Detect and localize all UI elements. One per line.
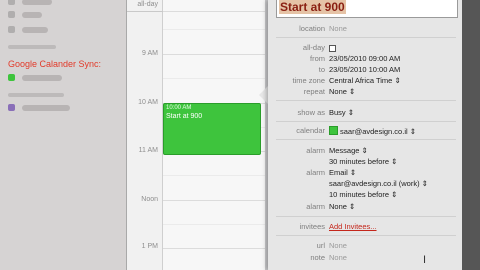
time-zone-label: time zone xyxy=(292,76,325,85)
from-label: from xyxy=(310,54,325,63)
calendar-list-item[interactable] xyxy=(22,105,70,111)
calendar-list-item[interactable] xyxy=(22,27,48,33)
section-separator xyxy=(276,121,456,122)
add-invitees-link[interactable]: Add Invitees... xyxy=(329,222,377,231)
chevron-updown-icon: ⇕ xyxy=(349,202,356,211)
repeat-label: repeat xyxy=(303,87,325,96)
to-value[interactable]: 23/05/2010 10:00 AM xyxy=(329,65,400,74)
hour-line xyxy=(163,54,265,55)
calendar-value: saar@avdesign.co.il xyxy=(340,127,408,136)
calendar-event[interactable]: 10:00 AM Start at 900 xyxy=(163,103,261,155)
calendar-swatch xyxy=(329,126,338,135)
show-as-label: show as xyxy=(297,108,325,117)
section-separator xyxy=(276,235,456,236)
allday-label: all-day xyxy=(302,43,325,52)
chevron-updown-icon: ⇕ xyxy=(421,179,428,188)
repeat-select[interactable]: None ⇕ xyxy=(329,87,355,96)
alarm-label: alarm xyxy=(306,168,325,177)
time-label: 10 AM xyxy=(138,99,158,106)
url-label: url xyxy=(316,241,325,250)
alarm-type-value: Message xyxy=(329,146,360,155)
alarm-add-select[interactable]: None ⇕ xyxy=(329,202,355,211)
calendar-color-swatch xyxy=(8,104,15,111)
section-separator xyxy=(276,139,456,140)
event-time: 10:00 AM xyxy=(166,105,192,111)
section-separator xyxy=(276,37,456,38)
sidebar-section-header xyxy=(8,45,56,49)
event-title: Start at 900 xyxy=(166,113,203,120)
half-hour-line xyxy=(163,175,265,176)
calendar-list-item[interactable] xyxy=(22,0,52,5)
video-caption: Google Calander Sync: xyxy=(8,59,102,69)
location-value[interactable]: None xyxy=(329,24,347,33)
alarm-label: alarm xyxy=(306,146,325,155)
alarm-type-select[interactable]: Message ⇕ xyxy=(329,146,368,155)
alarm-type-value: Email xyxy=(329,168,348,177)
chevron-updown-icon: ⇕ xyxy=(409,127,417,136)
calendar-color-swatch xyxy=(8,74,15,81)
chevron-updown-icon: ⇕ xyxy=(349,87,356,96)
calendar-list-item[interactable] xyxy=(22,75,62,81)
hour-line xyxy=(163,200,265,201)
time-label: 9 AM xyxy=(142,50,158,57)
chevron-updown-icon: ⇕ xyxy=(361,146,368,155)
invitees-label: invitees xyxy=(299,222,325,231)
chevron-updown-icon: ⇕ xyxy=(394,76,401,85)
popover-pointer xyxy=(259,86,268,104)
show-as-value: Busy xyxy=(329,108,346,117)
note-label: note xyxy=(310,253,325,262)
to-label: to xyxy=(318,65,325,74)
location-label: location xyxy=(299,24,325,33)
from-value[interactable]: 23/05/2010 09:00 AM xyxy=(329,54,400,63)
text-cursor-icon: Ι xyxy=(423,254,427,266)
event-inspector: Start at 900 location None all-day from … xyxy=(268,0,462,270)
alarm-add-value: None xyxy=(329,202,347,211)
alarm-label: alarm xyxy=(306,202,325,211)
calendar-color-swatch xyxy=(8,0,15,5)
window-edge xyxy=(462,0,480,270)
allday-row-label: all-day xyxy=(137,1,158,8)
section-separator xyxy=(276,100,456,101)
alarm-email-value: saar@avdesign.co.il (work) xyxy=(329,179,420,188)
url-value[interactable]: None xyxy=(329,241,347,250)
calendar-color-swatch xyxy=(8,11,15,18)
alarm-time-value: 30 minutes before xyxy=(329,157,390,166)
chevron-updown-icon: ⇕ xyxy=(391,190,398,199)
half-hour-line xyxy=(163,78,265,79)
alarm-time-select[interactable]: 10 minutes before ⇕ xyxy=(329,190,397,199)
half-hour-line xyxy=(163,29,265,30)
alarm-time-value: 10 minutes before xyxy=(329,190,390,199)
note-value[interactable]: None xyxy=(329,253,347,262)
time-label: 11 AM xyxy=(138,147,158,154)
chevron-updown-icon: ⇕ xyxy=(347,108,355,117)
hour-line xyxy=(163,11,265,12)
chevron-updown-icon: ⇕ xyxy=(391,157,398,166)
allday-checkbox[interactable] xyxy=(329,45,336,52)
time-zone-select[interactable]: Central Africa Time ⇕ xyxy=(329,76,401,85)
event-title-text: Start at 900 xyxy=(279,0,346,14)
alarm-email-select[interactable]: saar@avdesign.co.il (work) ⇕ xyxy=(329,179,428,188)
chevron-updown-icon: ⇕ xyxy=(349,168,357,177)
hour-line xyxy=(163,248,265,249)
event-title-field[interactable]: Start at 900 xyxy=(276,0,458,18)
sidebar-section-header xyxy=(8,93,64,97)
time-label: 1 PM xyxy=(141,243,158,250)
calendar-sidebar: Google Calander Sync: xyxy=(0,0,126,270)
alarm-type-select[interactable]: Email ⇕ xyxy=(329,168,356,177)
time-column: all-day 9 AM 10 AM 11 AM Noon 1 PM xyxy=(127,0,163,270)
calendar-list-item[interactable] xyxy=(22,12,42,18)
calendar-select[interactable]: saar@avdesign.co.il ⇕ xyxy=(329,126,416,136)
calendar-label: calendar xyxy=(296,126,325,135)
section-separator xyxy=(276,216,456,217)
show-as-select[interactable]: Busy ⇕ xyxy=(329,108,354,117)
time-label: Noon xyxy=(141,196,158,203)
half-hour-line xyxy=(163,224,265,225)
repeat-value: None xyxy=(329,87,347,96)
calendar-color-swatch xyxy=(8,26,15,33)
time-zone-value: Central Africa Time xyxy=(329,76,393,85)
alarm-time-select[interactable]: 30 minutes before ⇕ xyxy=(329,157,397,166)
